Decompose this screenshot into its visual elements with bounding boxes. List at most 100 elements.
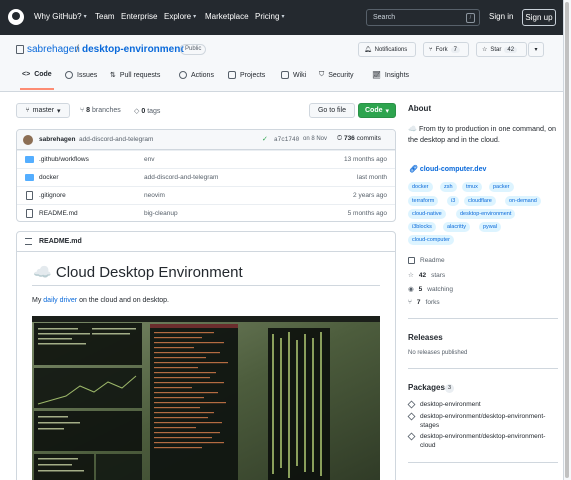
commits-link[interactable]: 🕓︎ 736 commits <box>337 135 381 143</box>
tab-wiki[interactable]: Wiki <box>281 71 306 79</box>
daily-driver-link[interactable]: daily driver <box>43 297 77 304</box>
shield-icon: ⛉ <box>319 71 325 78</box>
star-list-dropdown[interactable]: ▾ <box>528 42 544 57</box>
file-name[interactable]: README.md <box>39 210 78 217</box>
list-icon[interactable] <box>25 238 32 245</box>
fork-label: Fork <box>435 46 448 53</box>
nav-label: Explore <box>164 12 192 21</box>
chevron-down-icon: ▾ <box>193 14 197 20</box>
file-name[interactable]: .github/workflows <box>39 156 89 163</box>
packages-heading[interactable]: Packages <box>408 383 445 392</box>
tags-link[interactable]: ◇ 0 tags <box>134 107 160 115</box>
play-icon <box>179 71 187 79</box>
fork-button[interactable]: ⑂ Fork 7 <box>423 42 469 57</box>
topic-tag[interactable]: desktop-environment <box>456 209 516 219</box>
nav-enterprise[interactable]: Enterprise <box>121 12 157 21</box>
tab-projects[interactable]: Projects <box>228 71 265 79</box>
code-dropdown-button[interactable]: Code ▾ <box>358 103 396 118</box>
nav-label: Enterprise <box>121 12 158 21</box>
star-icon: ☆ <box>482 47 488 53</box>
tab-label: Issues <box>77 71 98 79</box>
commits-count: 736 <box>343 135 355 142</box>
branch-select-button[interactable]: ⑂ master ▾ <box>16 103 70 118</box>
stars-link[interactable]: ☆ 42 stars <box>408 271 445 280</box>
file-commit-message[interactable]: big-cleanup <box>144 210 178 217</box>
check-icon[interactable]: ✓ <box>262 135 268 143</box>
code-button-label: Code <box>364 107 383 114</box>
scrollbar-thumb[interactable] <box>565 2 569 478</box>
topic-tag[interactable]: cloud-native <box>408 209 446 219</box>
go-to-file-button[interactable]: Go to file <box>309 103 355 118</box>
topic-tag[interactable]: cloudflare <box>464 196 496 206</box>
active-tab-indicator <box>20 88 54 90</box>
commit-sha[interactable]: a7c1740 <box>274 136 299 143</box>
commit-message[interactable]: add-discord-and-telegram <box>79 136 153 143</box>
search-shortcut-key: / <box>466 13 475 23</box>
repo-owner-link[interactable]: sabrehagen <box>27 44 80 55</box>
nav-pricing[interactable]: Pricing ▾ <box>255 12 284 21</box>
nav-why-github[interactable]: Why GitHub? ▾ <box>34 12 87 21</box>
nav-explore[interactable]: Explore ▾ <box>164 12 196 21</box>
website-link[interactable]: 🔗︎ cloud-computer.dev <box>409 165 486 173</box>
file-commit-message[interactable]: neovim <box>144 192 165 199</box>
repo-name-link[interactable]: desktop-environment <box>82 44 184 55</box>
nav-label: Marketplace <box>205 12 249 21</box>
topic-tag[interactable]: on-demand <box>505 196 541 206</box>
commit-author[interactable]: sabrehagen <box>39 136 76 143</box>
star-button[interactable]: ☆ Star 42 <box>476 42 527 57</box>
package-name[interactable]: desktop-environment/desktop-environment-… <box>420 432 560 450</box>
packages-count: 3 <box>445 384 455 393</box>
sign-in-link[interactable]: Sign in <box>489 12 513 21</box>
forks-link[interactable]: ⑂ 7 forks <box>408 299 440 306</box>
readme-link[interactable]: Readme <box>408 257 445 264</box>
file-commit-message[interactable]: add-discord-and-telegram <box>144 174 218 181</box>
history-icon: 🕓︎ <box>337 135 344 142</box>
topic-tag[interactable]: packer <box>489 182 514 192</box>
bell-icon: 🔔︎ <box>364 47 372 53</box>
search-input[interactable]: Search / <box>366 9 480 26</box>
topic-tag[interactable]: i3 <box>447 196 460 206</box>
releases-heading[interactable]: Releases <box>408 333 443 342</box>
stars-count: 42 <box>418 271 427 279</box>
topic-tag[interactable]: tmux <box>462 182 482 192</box>
topic-tag[interactable]: zsh <box>440 182 457 192</box>
sign-up-button[interactable]: Sign up <box>522 9 556 26</box>
watching-count: 5 <box>418 285 423 293</box>
file-commit-message[interactable]: env <box>144 156 154 163</box>
file-icon <box>26 209 33 218</box>
topic-tag[interactable]: pywal <box>479 222 502 232</box>
topic-tag[interactable]: docker <box>408 182 433 192</box>
visibility-badge: Public <box>180 44 207 55</box>
topic-tag[interactable]: terraform <box>408 196 439 206</box>
topic-tag[interactable]: cloud-computer <box>408 235 454 245</box>
topic-tag[interactable]: alacritty <box>443 222 470 232</box>
file-age: 2 years ago <box>353 192 387 199</box>
no-releases-text: No releases published <box>408 350 468 356</box>
tab-insights[interactable]: 📈︎ Insights <box>372 71 409 80</box>
divider <box>32 285 380 286</box>
tab-security[interactable]: ⛉ Security <box>319 71 354 79</box>
tab-issues[interactable]: Issues <box>65 71 97 79</box>
watching-link[interactable]: ◉ 5 watching <box>408 285 453 294</box>
file-name[interactable]: .gitignore <box>39 192 66 199</box>
github-logo-icon[interactable] <box>8 9 24 25</box>
file-row[interactable]: .github/workflows env 13 months ago <box>17 150 395 168</box>
tab-actions[interactable]: Actions <box>179 71 214 79</box>
nav-marketplace[interactable]: Marketplace <box>205 12 249 21</box>
avatar[interactable] <box>23 135 33 145</box>
tab-pull-requests[interactable]: ⇅ Pull requests <box>110 71 160 80</box>
branches-link[interactable]: ⑂ 8 branches <box>80 107 121 114</box>
topic-tag[interactable]: i3blocks <box>408 222 436 232</box>
file-row[interactable]: docker add-discord-and-telegram last mon… <box>17 168 395 186</box>
tags-label: tags <box>147 108 161 115</box>
readme-panel: README.md ☁️ Cloud Desktop Environment M… <box>16 231 396 480</box>
nav-team[interactable]: Team <box>95 12 115 21</box>
file-row[interactable]: README.md big-cleanup 5 months ago <box>17 204 395 221</box>
file-row[interactable]: .gitignore neovim 2 years ago <box>17 186 395 204</box>
package-name[interactable]: desktop-environment <box>420 400 560 409</box>
notifications-button[interactable]: 🔔︎ Notifications <box>358 42 416 57</box>
file-name[interactable]: docker <box>39 174 59 181</box>
file-browser: sabrehagen add-discord-and-telegram ✓ a7… <box>16 129 396 222</box>
tab-code[interactable]: <> Code <box>22 71 52 78</box>
package-name[interactable]: desktop-environment/desktop-environment-… <box>420 412 560 430</box>
